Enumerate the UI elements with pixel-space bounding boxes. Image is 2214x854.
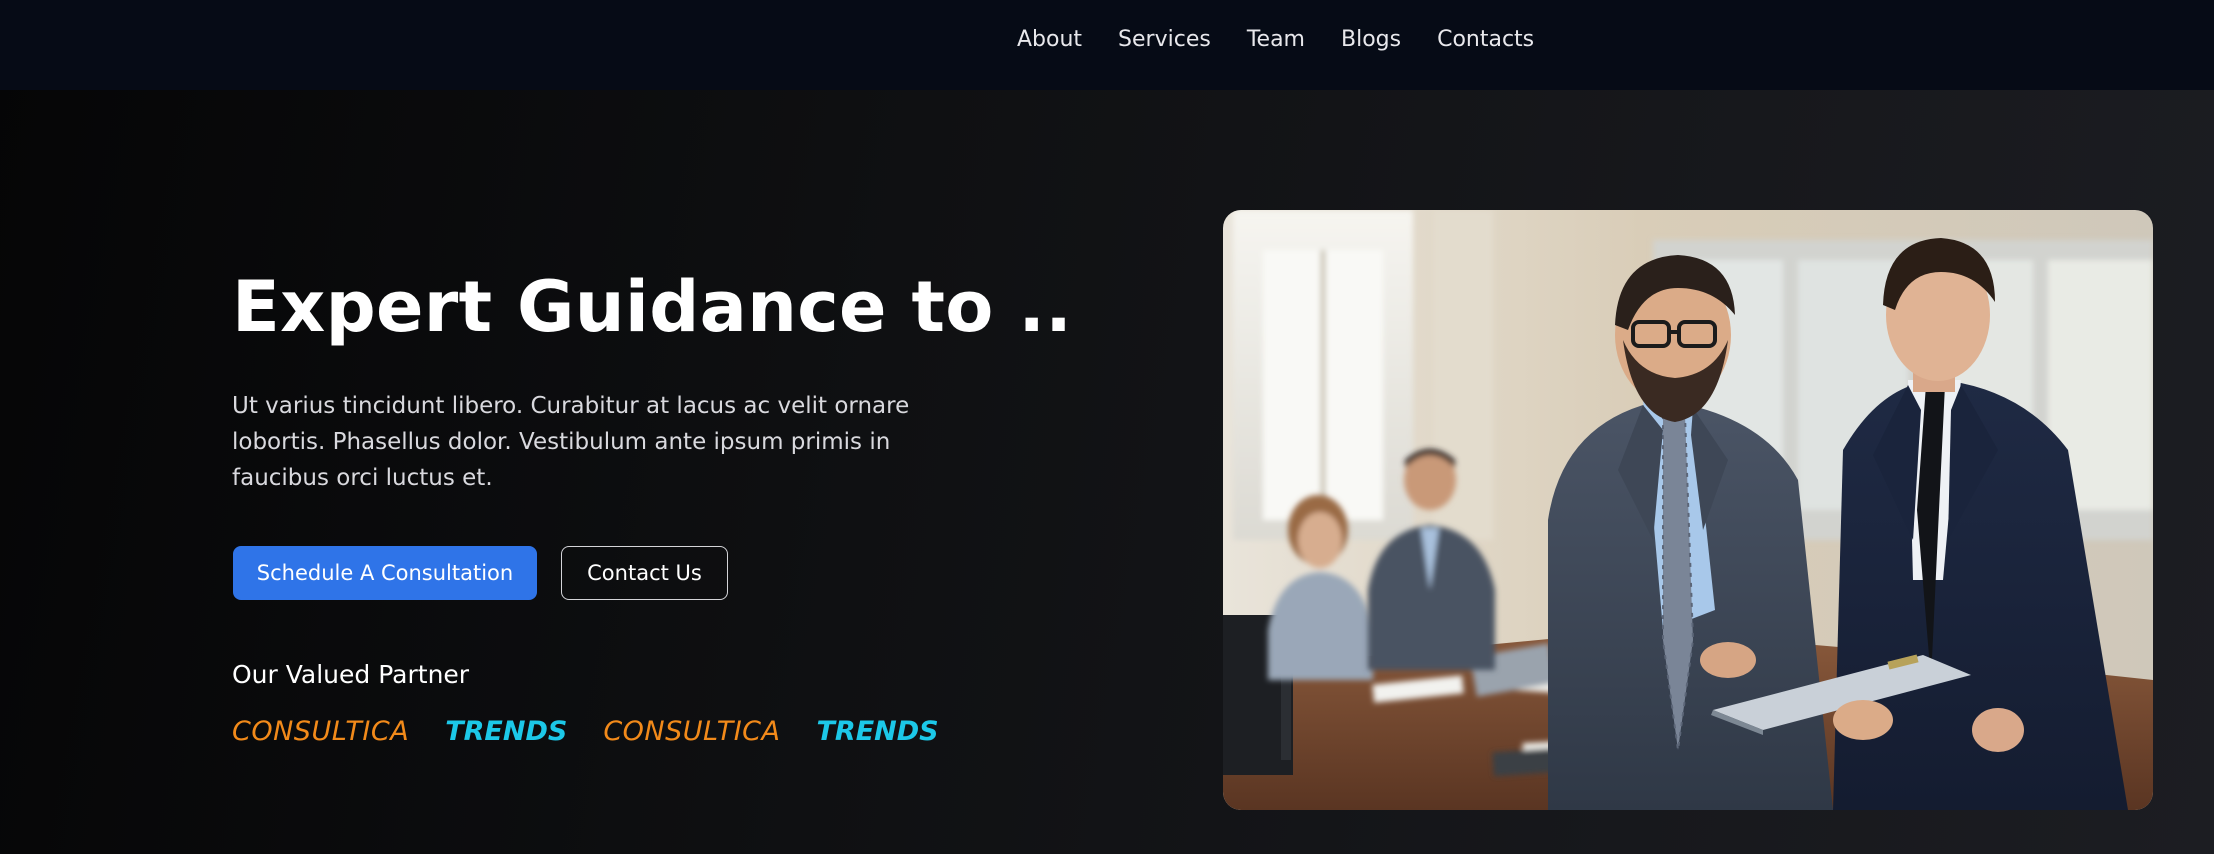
schedule-consultation-button[interactable]: Schedule A Consultation xyxy=(233,546,537,600)
hero-image xyxy=(1223,210,2153,810)
top-navbar: About Services Team Blogs Contacts xyxy=(0,0,2214,90)
main-nav: About Services Team Blogs Contacts xyxy=(1017,0,1534,78)
nav-link-services[interactable]: Services xyxy=(1118,27,1211,52)
nav-link-blogs[interactable]: Blogs xyxy=(1341,27,1401,52)
hero-title: Expert Guidance to .. xyxy=(232,266,1073,348)
nav-link-contacts[interactable]: Contacts xyxy=(1437,27,1534,52)
hero-subtitle: Ut varius tincidunt libero. Curabitur at… xyxy=(232,393,910,491)
nav-link-team[interactable]: Team xyxy=(1247,27,1305,52)
partner-logo-trends: TRENDS xyxy=(816,716,939,747)
partners-heading: Our Valued Partner xyxy=(232,660,470,689)
nav-link-about[interactable]: About xyxy=(1017,27,1082,52)
business-meeting-photo xyxy=(1223,210,2153,810)
partner-logo-consultica: CONSULTICA xyxy=(603,716,781,747)
contact-us-button[interactable]: Contact Us xyxy=(561,546,728,600)
partner-logo-trends: TRENDS xyxy=(445,716,568,747)
partner-logos: CONSULTICA TRENDS CONSULTICA TRENDS xyxy=(232,716,939,747)
partner-logo-consultica: CONSULTICA xyxy=(232,716,410,747)
